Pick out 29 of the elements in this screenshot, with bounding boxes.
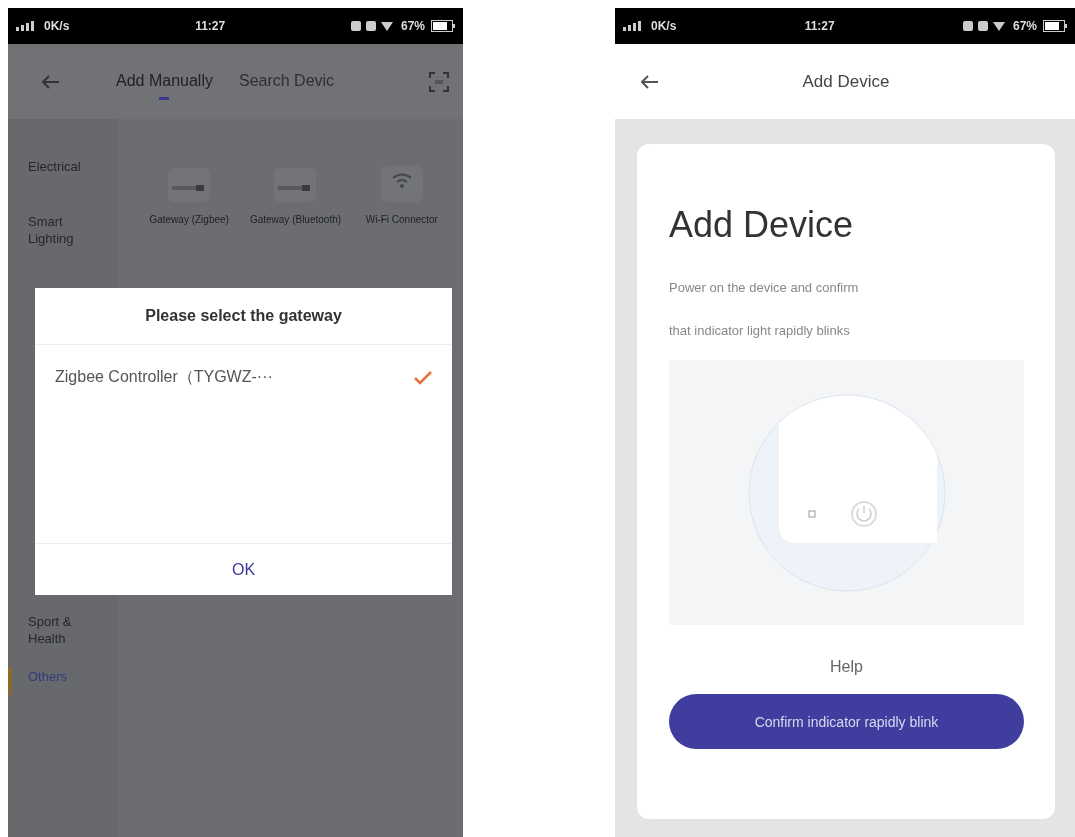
confirm-button[interactable]: Confirm indicator rapidly blink [669, 694, 1024, 749]
category-item[interactable]: Smart Lighting [8, 204, 98, 259]
battery-percent: 67% [400, 19, 425, 33]
battery-percent: 67% [1012, 19, 1037, 33]
card-title: Add Device [669, 204, 855, 246]
device-label[interactable]: Gateway (Zigbee) [149, 214, 229, 225]
help-link[interactable]: Help [824, 657, 869, 677]
category-item[interactable]: Sport & Health [8, 604, 98, 659]
category-item[interactable]: Electrical [8, 149, 98, 204]
instruction-text: Power on the device and confirm [669, 279, 860, 297]
dialog-title: Please select the gateway [35, 288, 452, 345]
status-icons [962, 20, 1007, 32]
network-speed: 0K/s [651, 19, 677, 33]
wifi-device-icon [378, 164, 425, 204]
clock-time: 11:27 [804, 19, 835, 33]
clock-time: 11:27 [195, 19, 226, 33]
instruction-text: that indicator light rapidly blinks [669, 322, 851, 340]
gateway-option[interactable]: Zigbee Controller（TYGWZ-··· [55, 367, 273, 388]
header-title: Add Device [801, 71, 891, 92]
battery-icon [431, 20, 455, 32]
device-label[interactable]: Gateway (Bluetooth) [249, 214, 342, 225]
network-speed: 0K/s [44, 19, 70, 33]
tab[interactable]: Search Devic [238, 63, 335, 100]
status-icons [350, 20, 395, 32]
device-label[interactable]: Wi-Fi Connector [365, 214, 438, 225]
tab[interactable]: Add Manually [116, 63, 213, 100]
back-arrow-icon[interactable] [641, 74, 659, 89]
battery-icon [1043, 20, 1067, 32]
scan-icon[interactable] [429, 71, 449, 92]
